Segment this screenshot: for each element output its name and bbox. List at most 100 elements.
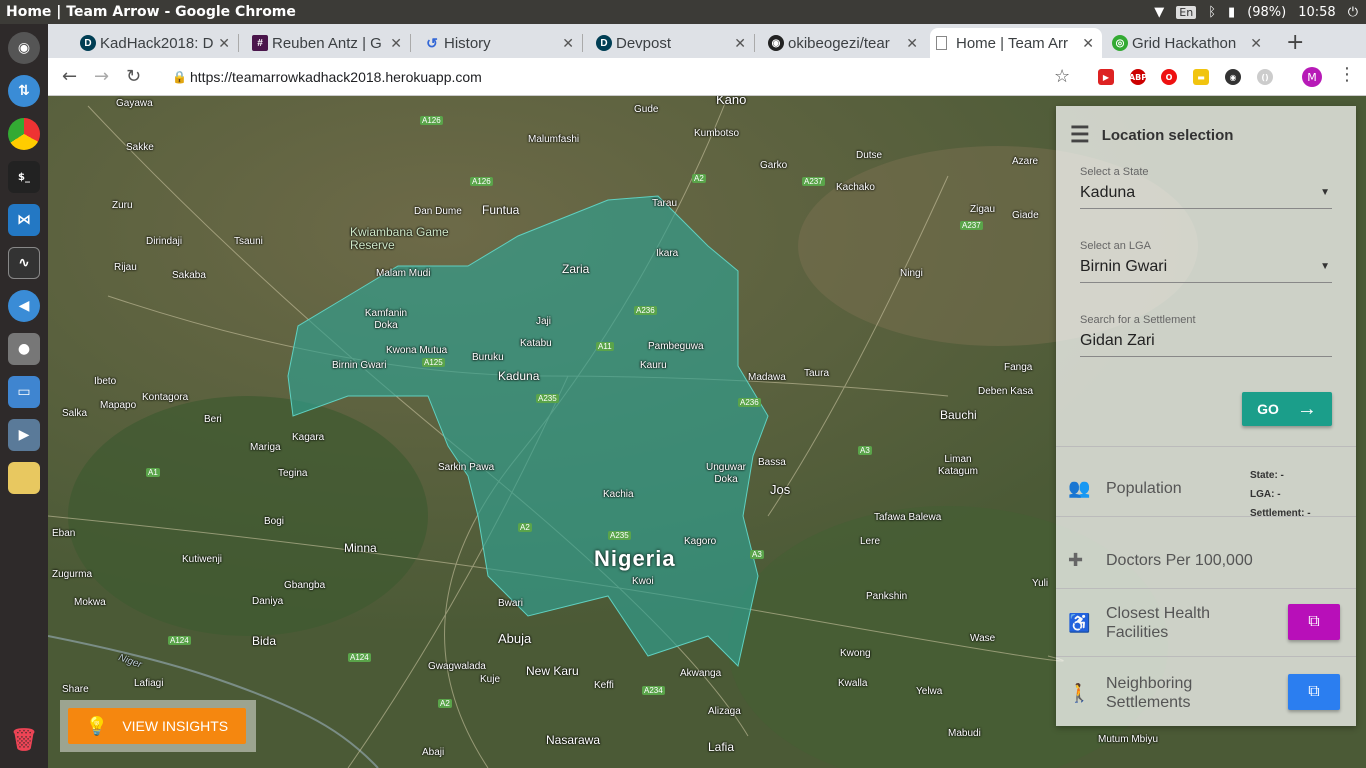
adblock-plus-icon[interactable]: ABP: [1129, 69, 1147, 85]
map-place: Mutum Mbiyu: [1098, 734, 1159, 745]
lga-select[interactable]: Select an LGA Birnin Gwari ▼: [1080, 240, 1332, 283]
system-monitor-icon[interactable]: ∿: [8, 247, 40, 279]
map-place: Malam Mudi: [376, 268, 431, 279]
close-icon[interactable]: ✕: [1250, 35, 1262, 52]
chrome-icon[interactable]: [8, 118, 40, 150]
map-place: Kwong: [840, 648, 871, 659]
map-place: Kontagora: [142, 392, 189, 403]
settlement-value: Gidan Zari: [1080, 332, 1155, 349]
tab-grid-hackathon[interactable]: ◎ Grid Hackathon ✕: [1106, 28, 1270, 58]
road-label: A234: [642, 686, 665, 695]
notes-ext-icon[interactable]: ▬: [1193, 69, 1209, 85]
road-label: A2: [692, 174, 706, 183]
app-launcher: ◉ ⇅ $_ ⋈ ∿ ◀ ● ▭ ▶ 🗑: [0, 24, 48, 768]
vscode-icon[interactable]: ⋈: [8, 204, 40, 236]
road-label: A11: [596, 342, 614, 351]
wifi-icon[interactable]: ▼: [1154, 5, 1164, 20]
doctors-label: Doctors Per 100,000: [1106, 551, 1253, 569]
map-place: Kaduna: [498, 369, 540, 383]
close-icon[interactable]: ✕: [562, 35, 574, 52]
map-place: Unguwar Doka: [705, 462, 747, 485]
health-facilities-label: Closest Health Facilities: [1106, 605, 1211, 641]
terminal-icon[interactable]: $_: [8, 161, 40, 193]
folder-icon[interactable]: [8, 462, 40, 494]
map-place: Zigau: [970, 204, 996, 215]
map-place: Abaji: [422, 747, 445, 758]
map-place: Deben Kasa: [978, 386, 1034, 397]
bluetooth-icon[interactable]: ᛒ: [1208, 5, 1216, 20]
ubuntu-icon[interactable]: ◉: [8, 32, 40, 64]
disk-icon[interactable]: ●: [8, 333, 40, 365]
battery-icon[interactable]: ▮: [1228, 5, 1235, 20]
map-place: Eban: [52, 528, 76, 539]
map-place: Dan Dume: [414, 206, 462, 217]
opera-ext-icon[interactable]: O: [1161, 69, 1177, 85]
map-place: Kagara: [292, 432, 325, 443]
settings-app-icon[interactable]: ⇅: [8, 75, 40, 107]
page-icon: [936, 36, 947, 50]
files-icon[interactable]: ▭: [8, 376, 40, 408]
go-button[interactable]: GO →: [1242, 392, 1332, 426]
map-place: Kwona Mutua: [386, 345, 448, 356]
devpost-icon: D: [80, 35, 96, 51]
power-icon[interactable]: ⏻: [1348, 5, 1358, 20]
lock-icon[interactable]: 🔒: [172, 70, 187, 84]
map-place: Sakaba: [172, 270, 206, 281]
tab-github[interactable]: ◉ okibeogezi/tear ✕: [762, 28, 926, 58]
map-place: Bassa: [758, 457, 786, 468]
open-neighboring-settlements-button[interactable]: ⧉: [1288, 674, 1340, 710]
profile-avatar[interactable]: M: [1302, 67, 1322, 87]
keyboard-layout[interactable]: En: [1176, 5, 1197, 19]
road-label: A236: [634, 306, 657, 315]
satellite-map[interactable]: Gayawa Kano Gude Malumfashi Kumbotso Sak…: [48, 96, 1366, 768]
map-place: Ibeto: [94, 376, 117, 387]
map-place: Kachako: [836, 182, 875, 193]
close-icon[interactable]: ✕: [1082, 35, 1094, 52]
back-icon[interactable]: ←: [62, 66, 77, 87]
map-place: Mabudi: [948, 728, 981, 739]
close-icon[interactable]: ✕: [218, 35, 230, 52]
map-place: Sakke: [126, 142, 154, 153]
map-place: Daniya: [252, 596, 284, 607]
audio-icon[interactable]: ◀: [8, 290, 40, 322]
open-health-facilities-button[interactable]: ⧉: [1288, 604, 1340, 640]
new-tab-button[interactable]: +: [1286, 30, 1304, 55]
road-label: A124: [348, 653, 371, 662]
tab-devpost[interactable]: D Devpost ✕: [590, 28, 754, 58]
state-value: Kaduna: [1080, 184, 1136, 201]
walking-icon: 🚶: [1068, 682, 1091, 703]
close-icon[interactable]: ✕: [906, 35, 918, 52]
tab-history[interactable]: ↺ History ✕: [418, 28, 582, 58]
tab-home-team-arrow[interactable]: Home | Team Arr ✕: [930, 28, 1102, 58]
address-bar[interactable]: 🔒 https://teamarrowkadhack2018.herokuapp…: [172, 60, 1102, 94]
tab-reuben[interactable]: # Reuben Antz | G ✕: [246, 28, 410, 58]
youtube-ext-icon[interactable]: ▶: [1098, 69, 1114, 85]
clock[interactable]: 10:58: [1298, 5, 1335, 20]
map-place: Tegina: [278, 468, 308, 479]
map-place: Kutiwenji: [182, 554, 223, 565]
close-icon[interactable]: ✕: [734, 35, 746, 52]
arrow-right-icon: →: [1296, 397, 1317, 420]
map-place: Buruku: [472, 352, 504, 363]
view-insights-button[interactable]: 💡 VIEW INSIGHTS: [68, 708, 246, 744]
bookmark-star-icon[interactable]: ☆: [1054, 66, 1070, 87]
reload-icon[interactable]: ↻: [126, 66, 141, 87]
close-icon[interactable]: ✕: [390, 35, 402, 52]
road-label: A125: [422, 358, 445, 367]
forward-icon[interactable]: →: [94, 66, 109, 87]
trash-icon[interactable]: 🗑: [8, 725, 40, 757]
map-place: Tarau: [652, 198, 678, 209]
tab-title: KadHack2018: D: [100, 34, 214, 52]
health-facilities-row: ♿ Closest Health Facilities: [1068, 604, 1226, 642]
map-place: Giade: [1012, 210, 1039, 221]
browser-menu-icon[interactable]: ⋮: [1338, 64, 1356, 85]
map-place: Kagoro: [684, 536, 717, 547]
video-icon[interactable]: ▶: [8, 419, 40, 451]
spy-ext-icon[interactable]: ◉: [1225, 69, 1241, 85]
settlement-search-input[interactable]: Search for a Settlement Gidan Zari: [1080, 314, 1332, 357]
state-select[interactable]: Select a State Kaduna ▼: [1080, 166, 1332, 209]
lga-label: Select an LGA: [1080, 240, 1151, 252]
map-place: Minna: [344, 541, 377, 555]
tab-kadhack[interactable]: D KadHack2018: D ✕: [74, 28, 238, 58]
code-ext-icon[interactable]: (): [1257, 69, 1273, 85]
